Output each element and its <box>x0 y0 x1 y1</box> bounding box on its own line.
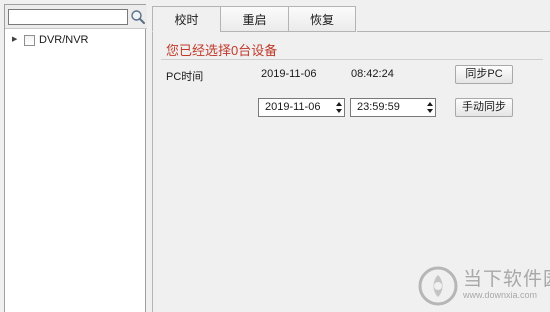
pc-time-value: 08:42:24 <box>351 68 394 80</box>
device-maintenance-window: ▶ DVR/NVR 校时 重启 恢复 您已经选择0台设备 PC时间 2019-1… <box>0 0 550 312</box>
manual-date-spinbox[interactable]: 2019-11-06 <box>258 98 345 117</box>
selection-status-message: 您已经选择0台设备 <box>166 43 278 58</box>
pc-date-value: 2019-11-06 <box>261 68 317 80</box>
manual-time-spinbox[interactable]: 23:59:59 <box>350 98 436 117</box>
search-input[interactable] <box>8 9 128 25</box>
search-icon[interactable] <box>130 9 146 25</box>
search-bar <box>5 5 147 29</box>
manual-date-value: 2019-11-06 <box>265 101 321 113</box>
spin-arrows-icon[interactable] <box>335 100 342 115</box>
tab-time-sync[interactable]: 校时 <box>152 6 220 32</box>
tab-bar: 校时 重启 恢复 <box>152 6 357 32</box>
tree-node-label: DVR/NVR <box>39 34 89 46</box>
watermark-url: www.downxia.com <box>463 290 538 300</box>
manual-time-value: 23:59:59 <box>357 101 400 113</box>
watermark-logo-icon <box>418 266 458 306</box>
tab-reboot[interactable]: 重启 <box>220 6 288 32</box>
tab-restore[interactable]: 恢复 <box>288 6 356 32</box>
spin-arrows-icon[interactable] <box>426 100 433 115</box>
device-tree-panel: ▶ DVR/NVR <box>4 4 147 312</box>
watermark-title: 当下软件园 <box>463 269 550 290</box>
tree-node-checkbox[interactable] <box>24 35 35 46</box>
tree-node-dvr-nvr[interactable]: ▶ DVR/NVR <box>5 32 145 48</box>
expand-arrow-icon[interactable]: ▶ <box>12 32 20 48</box>
device-tree: ▶ DVR/NVR <box>5 32 145 48</box>
manual-sync-button[interactable]: 手动同步 <box>455 98 513 117</box>
pc-time-label: PC时间 <box>166 71 204 83</box>
status-divider <box>161 59 543 60</box>
sync-pc-button[interactable]: 同步PC <box>455 65 513 84</box>
